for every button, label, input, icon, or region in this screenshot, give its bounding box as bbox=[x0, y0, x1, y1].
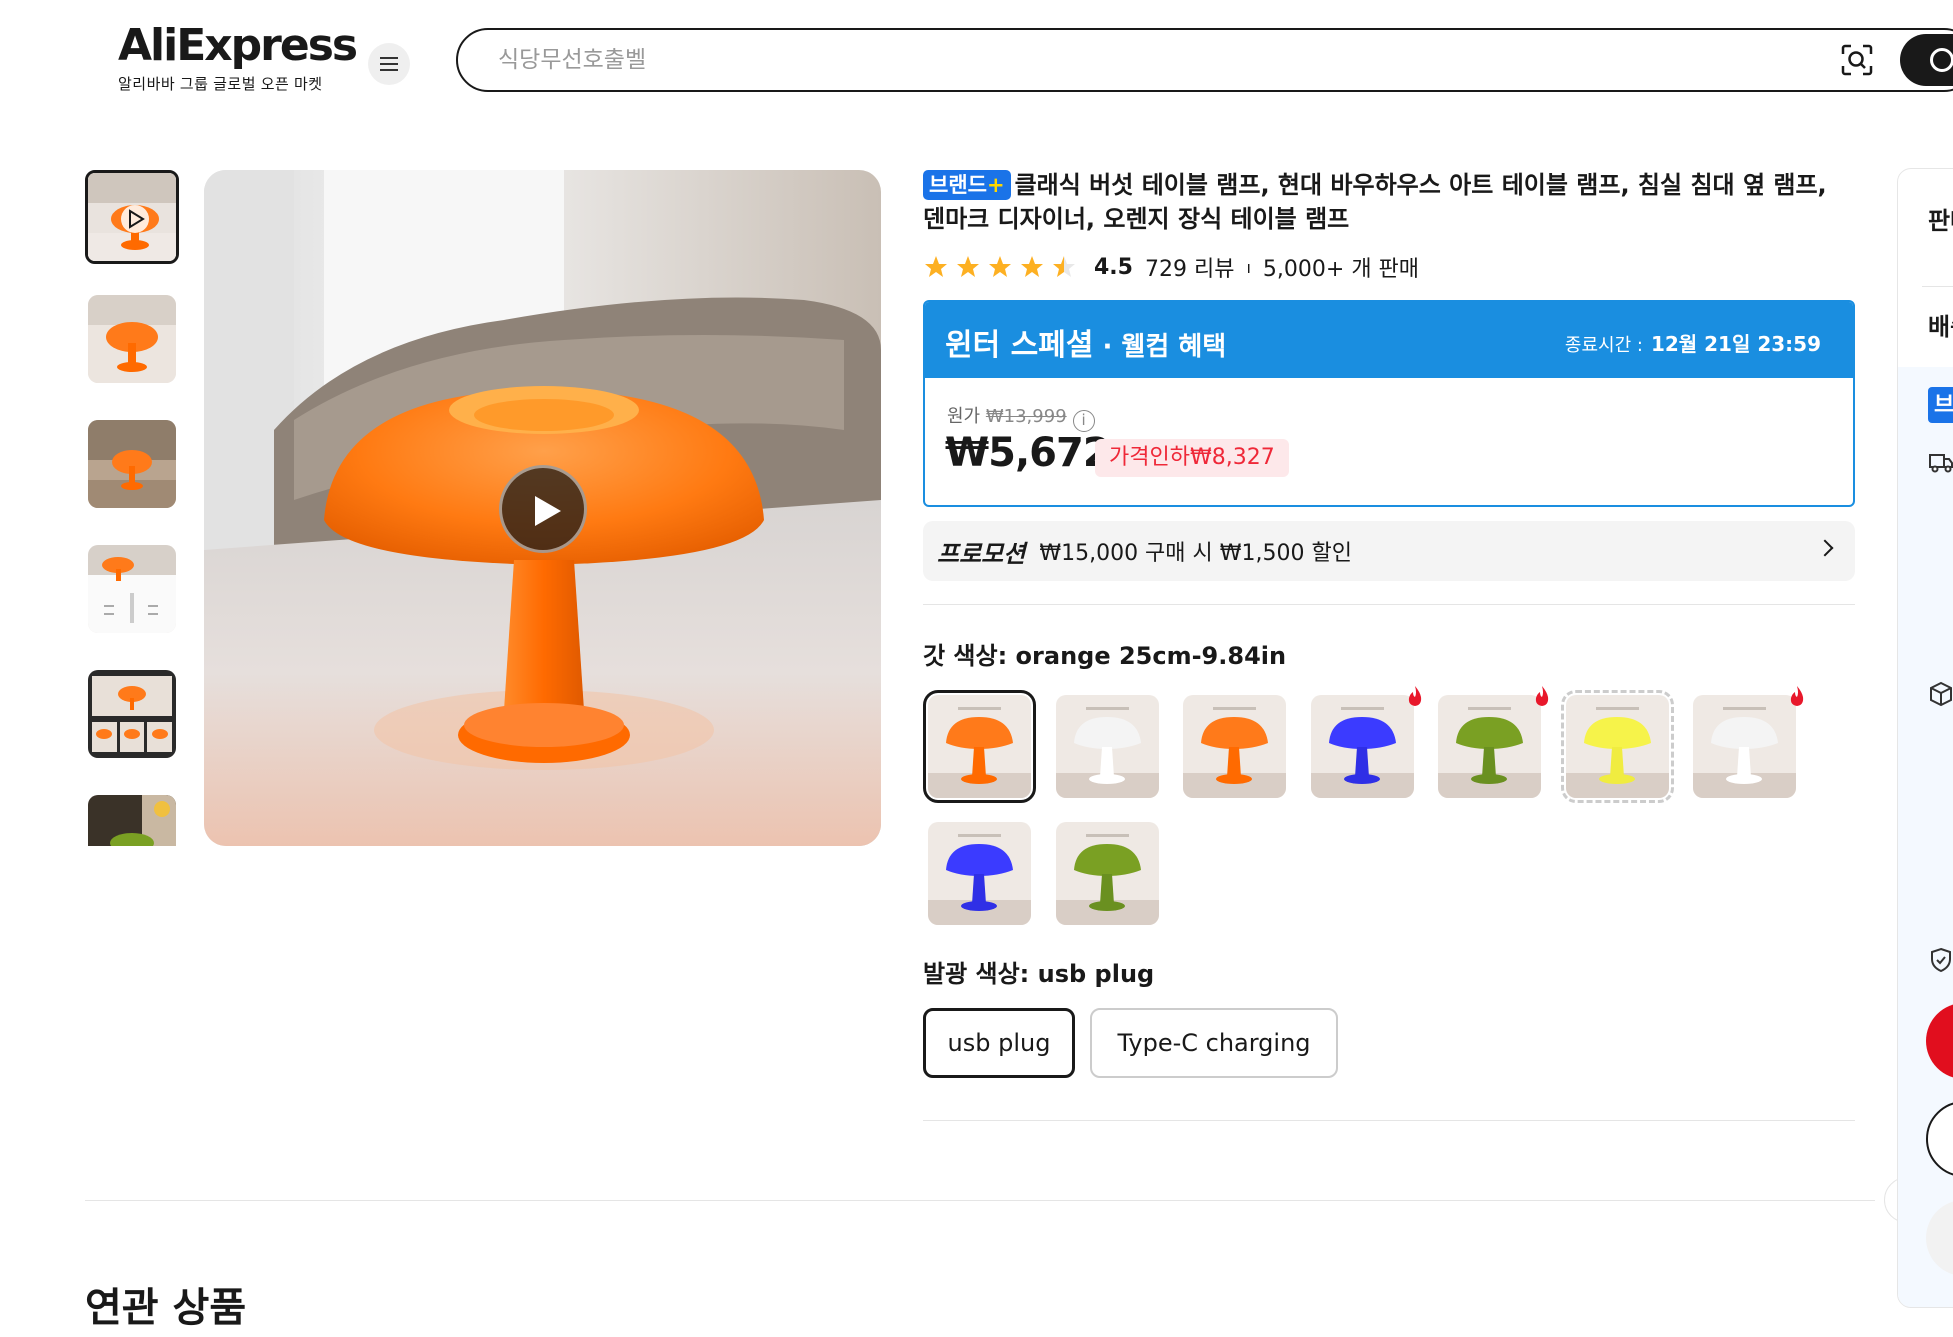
thumbnail-image bbox=[88, 173, 176, 261]
current-price: ₩5,672 bbox=[945, 430, 1111, 476]
light-color-label: 발광 색상: usb plug bbox=[923, 960, 1155, 988]
box-icon bbox=[1930, 681, 1952, 707]
end-label: 종료시간 : bbox=[1564, 335, 1643, 356]
shade-swatch[interactable] bbox=[1561, 690, 1674, 803]
logo-subtitle: 알리바바 그룹 글로벌 오픈 마켓 bbox=[118, 76, 323, 93]
original-price: 원가 ₩13,999 i bbox=[947, 402, 1095, 432]
shipping-label: 배송 bbox=[1928, 313, 1953, 341]
thumbnail-list bbox=[85, 170, 179, 846]
search-bar bbox=[456, 28, 1953, 92]
rating-score: 4.5 bbox=[1094, 254, 1133, 280]
promo-name: 윈터 스페셜 · 웰컴 혜택 bbox=[945, 320, 1226, 364]
swatch-image bbox=[1438, 695, 1541, 798]
rating-row: 4.5 729 리뷰 ı 5,000+ 개 판매 bbox=[924, 250, 1419, 284]
hot-flame-icon bbox=[1408, 686, 1422, 706]
promotion-tag: 프로모션 bbox=[937, 539, 1026, 568]
promo-subtitle: · 웰컴 혜택 bbox=[1093, 332, 1227, 362]
divider bbox=[1922, 286, 1953, 287]
header: AliExpress 알리바바 그룹 글로벌 오픈 마켓 bbox=[0, 0, 1953, 120]
product-title-text: 클래식 버섯 테이블 램프, 현대 바우하우스 아트 테이블 램프, 침실 침대… bbox=[923, 171, 1827, 233]
promo-end-time: 종료시간 : 12월 21일 23:59 bbox=[1565, 328, 1821, 357]
shade-color-label: 갓 색상: orange 25cm-9.84in bbox=[923, 642, 1287, 670]
seller-label: 판매 bbox=[1928, 207, 1953, 235]
option-usb-plug[interactable]: usb plug bbox=[923, 1008, 1075, 1078]
swatch-image bbox=[928, 822, 1031, 925]
search-input[interactable] bbox=[498, 44, 1798, 76]
menu-button[interactable] bbox=[368, 43, 410, 85]
shade-swatch[interactable] bbox=[1183, 695, 1286, 798]
divider bbox=[923, 604, 1855, 605]
thumbnail-4[interactable] bbox=[88, 545, 176, 633]
promotion-text: ₩15,000 구매 시 ₩1,500 할인 bbox=[1039, 541, 1352, 566]
search-button[interactable] bbox=[1900, 34, 1953, 86]
shield-check-icon bbox=[1931, 947, 1951, 973]
star-icon bbox=[925, 256, 947, 277]
shade-swatch[interactable] bbox=[923, 690, 1036, 803]
chevron-right-icon bbox=[1816, 539, 1834, 557]
thumbnail-6[interactable] bbox=[88, 795, 176, 846]
shade-swatch[interactable] bbox=[1056, 822, 1159, 925]
swatch-image bbox=[1311, 695, 1414, 798]
end-time-value: 12월 21일 23:59 bbox=[1650, 332, 1821, 356]
aliexpress-logo[interactable]: AliExpress 알리바바 그룹 글로벌 오픈 마켓 bbox=[118, 20, 358, 94]
info-icon[interactable]: i bbox=[1072, 410, 1095, 432]
shade-swatch[interactable] bbox=[1438, 695, 1541, 798]
thumbnail-3[interactable] bbox=[88, 420, 176, 508]
shade-swatch[interactable] bbox=[1693, 695, 1796, 798]
discount-badge: 가격인하₩8,327 bbox=[1095, 439, 1289, 477]
promo-header: 윈터 스페셜 · 웰컴 혜택 종료시간 : 12월 21일 23:59 bbox=[925, 302, 1853, 378]
promo-title: 윈터 스페셜 bbox=[945, 328, 1094, 363]
swatch-image bbox=[928, 695, 1031, 798]
brand-mini-badge: 브 bbox=[1928, 387, 1953, 423]
option-type-c-charging[interactable]: Type-C charging bbox=[1090, 1008, 1338, 1078]
shade-swatch[interactable] bbox=[1311, 695, 1414, 798]
hot-flame-icon bbox=[1535, 686, 1549, 706]
logo-text: AliExpress bbox=[118, 20, 358, 71]
shade-swatch[interactable] bbox=[928, 822, 1031, 925]
star-icon bbox=[1021, 256, 1043, 277]
half-star-icon bbox=[1053, 256, 1075, 277]
promo-price-box: 윈터 스페셜 · 웰컴 혜택 종료시간 : 12월 21일 23:59 원가 ₩1… bbox=[923, 300, 1855, 507]
swatch-image bbox=[1056, 695, 1159, 798]
image-search-icon[interactable] bbox=[1840, 43, 1874, 77]
product-title: 브랜드+ 클래식 버섯 테이블 램프, 현대 바우하우스 아트 테이블 램프, 침… bbox=[923, 168, 1843, 236]
original-price-value: ₩13,999 bbox=[985, 406, 1067, 427]
brand-plus-badge: 브랜드+ bbox=[923, 170, 1011, 200]
original-price-label: 원가 bbox=[947, 406, 981, 427]
related-products-heading: 연관 상품 bbox=[85, 1285, 247, 1331]
thumbnail-video[interactable] bbox=[85, 170, 179, 264]
shade-swatch[interactable] bbox=[1056, 695, 1159, 798]
divider bbox=[85, 1200, 1875, 1201]
brand-badge-label: 브랜드 bbox=[929, 173, 987, 197]
review-count[interactable]: 729 리뷰 bbox=[1145, 251, 1234, 283]
swatch-image bbox=[1183, 695, 1286, 798]
separator: ı bbox=[1246, 257, 1251, 277]
video-play-button[interactable] bbox=[499, 465, 587, 553]
thumbnail-2[interactable] bbox=[88, 295, 176, 383]
thumbnail-5[interactable] bbox=[88, 670, 176, 758]
hamburger-icon bbox=[380, 63, 398, 65]
star-rating bbox=[924, 255, 1076, 279]
star-icon bbox=[989, 256, 1011, 277]
sold-count: 5,000+ 개 판매 bbox=[1262, 257, 1420, 282]
swatch-image bbox=[1056, 822, 1159, 925]
hot-flame-icon bbox=[1790, 686, 1804, 706]
promotion-bar[interactable]: 프로모션 ₩15,000 구매 시 ₩1,500 할인 bbox=[923, 521, 1855, 581]
swatch-image bbox=[1693, 695, 1796, 798]
divider bbox=[923, 1120, 1855, 1121]
star-icon bbox=[957, 256, 979, 277]
swatch-image bbox=[1566, 695, 1669, 798]
truck-icon bbox=[1929, 454, 1953, 473]
brand-badge-plus: + bbox=[986, 173, 1005, 197]
